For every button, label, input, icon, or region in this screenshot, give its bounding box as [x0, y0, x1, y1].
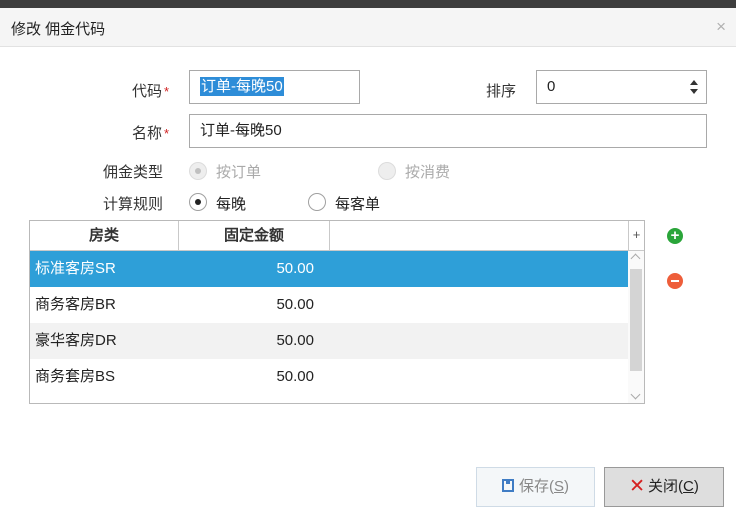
amount-cell: 50.00 — [276, 332, 314, 349]
close-button[interactable]: ✕ 关闭(C) — [604, 467, 724, 507]
calc-rule-label: 计算规则 — [103, 196, 164, 213]
close-button-suffix: ) — [693, 478, 699, 495]
column-chooser-button[interactable]: + — [628, 221, 644, 250]
name-input-value: 订单-每晚50 — [200, 122, 282, 139]
save-button[interactable]: 保存(S) — [476, 467, 595, 507]
grid-vertical-scrollbar[interactable] — [628, 251, 644, 403]
radio-per-night-label: 每晚 — [216, 196, 247, 213]
spin-up-icon[interactable] — [690, 80, 698, 85]
close-icon[interactable]: × — [716, 17, 726, 37]
room-type-cell: 商务客房BR — [35, 296, 116, 313]
radio-per-guest[interactable] — [308, 193, 326, 211]
code-label: 代码 * — [132, 83, 170, 100]
radio-per-guest-label: 每客单 — [335, 196, 381, 213]
radio-per-night[interactable] — [189, 193, 207, 211]
save-button-label: 保存( — [518, 478, 554, 495]
required-mark: * — [164, 84, 170, 99]
code-input[interactable]: 订单-每晚50 — [189, 70, 360, 104]
scrollbar-thumb[interactable] — [630, 269, 642, 371]
table-row[interactable]: 商务客房BR 50.00 — [30, 287, 628, 323]
room-type-cell: 标准客房SR — [35, 260, 116, 277]
dialog-titlebar: 修改 佣金代码 × — [0, 8, 736, 47]
required-mark: * — [164, 126, 170, 141]
table-row[interactable]: 豪华客房DR 50.00 — [30, 323, 628, 359]
save-button-suffix: ) — [564, 478, 569, 495]
table-row[interactable]: 标准客房SR 50.00 — [30, 251, 628, 287]
table-row[interactable]: 商务套房BS 50.00 — [30, 359, 628, 395]
floppy-disk-icon — [501, 479, 514, 492]
close-hotkey: C — [683, 478, 694, 495]
spin-down-icon[interactable] — [690, 89, 698, 94]
amount-cell: 50.00 — [276, 368, 314, 385]
commission-type-label: 佣金类型 — [103, 164, 164, 181]
close-button-label: 关闭( — [648, 478, 684, 495]
radio-by-consumption-label: 按消费 — [405, 164, 451, 181]
amount-cell: 50.00 — [276, 260, 314, 277]
sort-label: 排序 — [486, 83, 517, 100]
radio-by-consumption[interactable] — [378, 162, 396, 180]
room-type-cell: 商务套房BS — [35, 368, 116, 385]
window-top-border — [0, 0, 736, 8]
minus-circle-icon[interactable] — [667, 273, 683, 289]
scroll-down-icon[interactable] — [630, 389, 641, 400]
amount-cell: 50.00 — [276, 296, 314, 313]
scroll-up-icon[interactable] — [630, 253, 641, 264]
code-input-value: 订单-每晚50 — [200, 77, 284, 96]
room-type-grid: 房类 固定金额 + 标准客房SR 50.00 商务客房BR 50.00 豪华客房… — [29, 220, 645, 404]
sort-stepper[interactable]: 0 — [536, 70, 707, 104]
plus-circle-icon[interactable]: + — [667, 228, 683, 244]
column-header-room-type[interactable]: 房类 — [30, 221, 179, 250]
sort-value: 0 — [547, 78, 556, 95]
dialog-title: 修改 佣金代码 — [11, 21, 106, 38]
save-hotkey: S — [553, 478, 564, 495]
radio-by-order[interactable] — [189, 162, 207, 180]
close-x-icon: ✕ — [629, 476, 646, 497]
radio-by-order-label: 按订单 — [216, 164, 262, 181]
room-type-cell: 豪华客房DR — [35, 332, 117, 349]
name-input[interactable]: 订单-每晚50 — [189, 114, 707, 148]
name-label: 名称 * — [132, 125, 170, 142]
column-header-fixed-amount[interactable]: 固定金额 — [179, 221, 330, 250]
grid-header: 房类 固定金额 + — [30, 221, 644, 251]
